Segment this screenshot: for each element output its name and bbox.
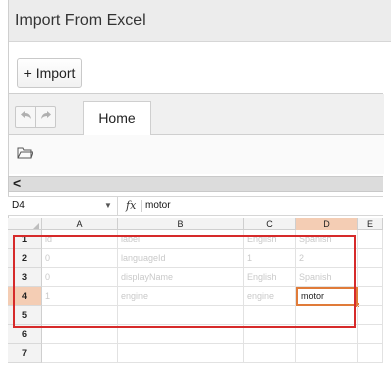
cell-e3[interactable] — [358, 268, 383, 287]
cell-b1[interactable]: label — [118, 230, 244, 249]
cell-e4[interactable] — [358, 287, 383, 306]
cell-d5[interactable] — [296, 306, 358, 325]
row-header-1[interactable]: 1 — [8, 230, 42, 249]
name-box[interactable]: D4 — [8, 197, 118, 215]
tab-scrollbar[interactable]: < — [8, 175, 383, 192]
undo-icon[interactable] — [16, 107, 36, 127]
import-button[interactable]: + Import — [17, 58, 82, 88]
cell-e7[interactable] — [358, 344, 383, 363]
cell-d2[interactable]: 2 — [296, 249, 358, 268]
cell-e6[interactable] — [358, 325, 383, 344]
cell-d7[interactable] — [296, 344, 358, 363]
spreadsheet-grid: ABCDE 1 id label English Spanish 2 0 languageId… — [8, 218, 383, 385]
select-all-corner[interactable] — [8, 218, 42, 230]
cell-c1[interactable]: English — [244, 230, 296, 249]
cell-c5[interactable] — [244, 306, 296, 325]
row-header-3[interactable]: 3 — [8, 268, 42, 287]
undo-redo-group — [15, 106, 56, 128]
row-header-2[interactable]: 2 — [8, 249, 42, 268]
formula-bar: D4 ▼ fx motor — [8, 196, 383, 216]
cell-e1[interactable] — [358, 230, 383, 249]
tab-home[interactable]: Home — [83, 101, 151, 136]
cell-c2[interactable]: 1 — [244, 249, 296, 268]
cell-a3[interactable]: 0 — [42, 268, 118, 287]
title-bar: Import From Excel — [9, 0, 391, 42]
cell-b7[interactable] — [118, 344, 244, 363]
cell-b2[interactable]: languageId — [118, 249, 244, 268]
column-header-b[interactable]: B — [118, 218, 244, 230]
cell-a5[interactable] — [42, 306, 118, 325]
column-header-d[interactable]: D — [296, 218, 358, 230]
cell-c3[interactable]: English — [244, 268, 296, 287]
cell-d1[interactable]: Spanish — [296, 230, 358, 249]
formula-input[interactable]: motor — [145, 197, 171, 215]
cell-d3[interactable]: Spanish — [296, 268, 358, 287]
column-header-e[interactable]: E — [358, 218, 383, 230]
cell-a1[interactable]: id — [42, 230, 118, 249]
fx-label: fx — [126, 199, 137, 212]
cell-c7[interactable] — [244, 344, 296, 363]
scroll-left-icon[interactable]: < — [13, 175, 21, 191]
cell-b5[interactable] — [118, 306, 244, 325]
import-toolbar: + Import — [9, 43, 391, 95]
cell-c4[interactable]: engine — [244, 287, 296, 306]
ribbon: Home — [8, 93, 384, 174]
dialog-title: Import From Excel — [15, 12, 146, 29]
row-header-6[interactable]: 6 — [8, 325, 42, 344]
cell-b4[interactable]: engine — [118, 287, 244, 306]
cell-b6[interactable] — [118, 325, 244, 344]
cell-a4[interactable]: 1 — [42, 287, 118, 306]
column-header-row: ABCDE — [8, 218, 383, 230]
cell-d4[interactable]: motor — [296, 287, 358, 306]
column-header-a[interactable]: A — [42, 218, 118, 230]
cell-a6[interactable] — [42, 325, 118, 344]
cell-d6[interactable] — [296, 325, 358, 344]
cell-a7[interactable] — [42, 344, 118, 363]
redo-icon[interactable] — [36, 107, 56, 127]
column-header-c[interactable]: C — [244, 218, 296, 230]
formula-separator — [141, 200, 142, 212]
corner-triangle-icon — [33, 223, 39, 229]
row-header-7[interactable]: 7 — [8, 344, 42, 363]
cell-a2[interactable]: 0 — [42, 249, 118, 268]
cell-e2[interactable] — [358, 249, 383, 268]
ribbon-body — [9, 135, 384, 174]
row-header-4[interactable]: 4 — [8, 287, 42, 306]
row-header-5[interactable]: 5 — [8, 306, 42, 325]
cell-e5[interactable] — [358, 306, 383, 325]
cell-b3[interactable]: displayName — [118, 268, 244, 287]
ribbon-tab-strip: Home — [9, 94, 384, 136]
open-folder-icon[interactable] — [17, 146, 34, 160]
cell-c6[interactable] — [244, 325, 296, 344]
chevron-down-icon[interactable]: ▼ — [104, 197, 112, 215]
